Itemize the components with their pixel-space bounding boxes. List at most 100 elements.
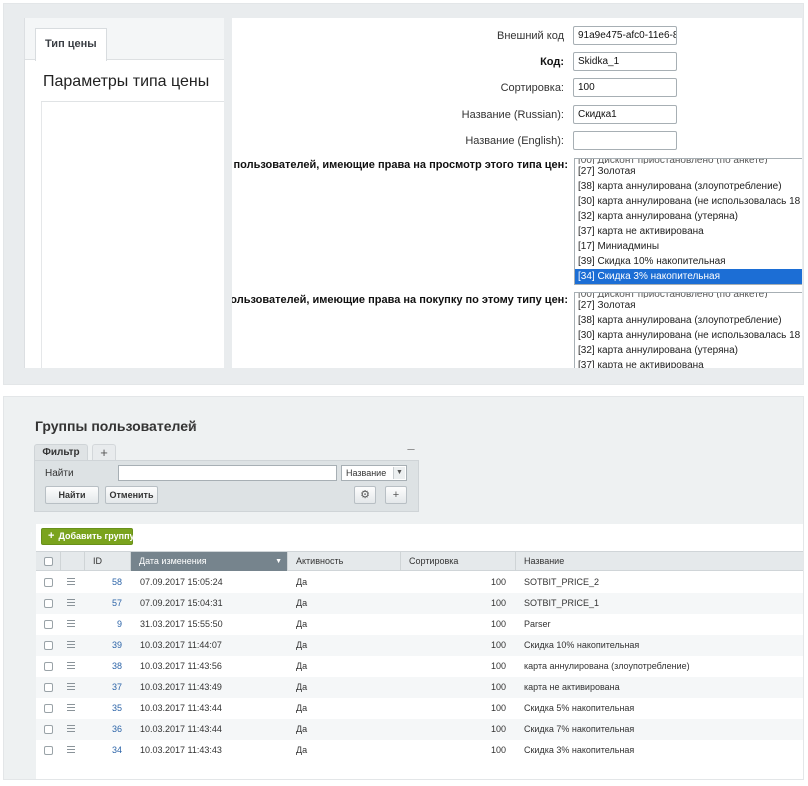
group-name: Скидка 7% накопительная [524,724,635,734]
field-label: Сортировка: [500,82,564,94]
field-label: Код: [540,56,564,68]
minimize-icon[interactable]: – [404,442,418,458]
table-row[interactable]: 36 10.03.2017 11:43:44 Да 100 Скидка 7% нако… [36,719,803,740]
row-checkbox[interactable] [44,620,53,629]
group-id-link[interactable]: 39 [90,635,122,656]
row-menu-icon[interactable] [67,641,75,648]
group-id-link[interactable]: 9 [90,614,122,635]
table-row[interactable]: 57 07.09.2017 15:04:31 Да 100 SOTBIT_PRICE_1 [36,593,803,614]
group-id-link[interactable]: 35 [90,698,122,719]
name-english-input[interactable] [573,131,677,150]
list-item[interactable]: [37] карта не активирована [575,224,802,239]
list-item[interactable]: [34] Скидка 3% накопительная [575,269,802,284]
list-item[interactable]: [27] Золотая [575,298,802,313]
column-sort[interactable]: Сортировка [400,552,515,571]
group-id-link[interactable]: 34 [90,740,122,761]
group-id-link[interactable]: 58 [90,572,122,593]
row-checkbox[interactable] [44,599,53,608]
table-row[interactable]: 9 31.03.2017 15:55:50 Да 100 Parser [36,614,803,635]
row-menu-icon[interactable] [67,599,75,606]
active-status: Да [296,724,308,734]
row-menu-icon[interactable] [67,620,75,627]
tab-filter[interactable]: Фильтр [34,444,88,461]
row-checkbox[interactable] [44,578,53,587]
row-menu-icon[interactable] [67,704,75,711]
page-title: Группы пользователей [35,418,197,434]
list-item[interactable]: [37] карта не активирована [575,358,802,368]
sort-desc-icon: ▼ [275,558,282,565]
group-name: Скидка 5% накопительная [524,703,635,713]
page-title: Параметры типа цены [43,73,210,90]
active-status: Да [296,682,308,692]
table-row[interactable]: 39 10.03.2017 11:44:07 Да 100 Скидка 10% нак… [36,635,803,656]
row-checkbox[interactable] [44,704,53,713]
group-id-link[interactable]: 37 [90,677,122,698]
group-id-link[interactable]: 38 [90,656,122,677]
add-filter-tab-icon[interactable]: + [92,444,116,461]
list-item[interactable]: [27] Золотая [575,164,802,179]
table-row[interactable]: 35 10.03.2017 11:43:44 Да 100 Скидка 5% нако… [36,698,803,719]
find-button[interactable]: Найти [45,486,99,504]
filter-panel: Фильтр + – Найти Название ▼ Найти Отмени… [34,442,419,512]
form-row-name-english: Название (English): [232,131,802,153]
form-row-code: Код: Skidka_1 [232,52,802,74]
list-item[interactable]: [30] карта аннулирована (не использовала… [575,194,802,209]
row-menu-icon[interactable] [67,683,75,690]
cancel-button[interactable]: Отменить [105,486,158,504]
sort-input[interactable]: 100 [573,78,677,97]
list-item[interactable]: [32] карта аннулирована (утеряна) [575,209,802,224]
column-id[interactable]: ID [84,552,130,571]
list-item[interactable]: [30] карта аннулирована (не использовала… [575,328,802,343]
select-all-checkbox[interactable] [44,557,53,566]
sort-value: 100 [490,682,506,692]
sort-value: 100 [490,745,506,755]
row-checkbox[interactable] [44,641,53,650]
list-item[interactable]: [38] карта аннулирована (злоупотребление… [575,179,802,194]
field-select-value: Название [346,468,387,478]
list-item[interactable]: [39] Скидка 10% накопительная [575,254,802,269]
date-modified: 10.03.2017 11:44:07 [140,640,222,650]
table-row[interactable]: 34 10.03.2017 11:43:43 Да 100 Скидка 3% нако… [36,740,803,761]
search-input[interactable] [118,465,337,481]
list-item[interactable]: [32] карта аннулирована (утеряна) [575,343,802,358]
external-code-input[interactable]: 91a9e475-afc0-11e6-8a5 [573,26,677,45]
column-active[interactable]: Активность [287,552,400,571]
column-label: Дата изменения [139,556,207,566]
row-checkbox[interactable] [44,662,53,671]
star-icon[interactable]: ☆ [186,418,198,434]
row-checkbox[interactable] [44,725,53,734]
field-select[interactable]: Название ▼ [341,465,407,481]
tab-price-type[interactable]: Тип цены [35,28,107,61]
add-icon[interactable]: + [385,486,407,504]
row-menu-icon[interactable] [67,578,75,585]
field-label: Название (Russian): [461,109,564,121]
row-checkbox[interactable] [44,746,53,755]
code-input[interactable]: Skidka_1 [573,52,677,71]
column-name[interactable]: Название [515,552,803,571]
tab-bar: Тип цены [25,18,224,61]
add-group-button[interactable]: + Добавить группу [41,528,135,545]
list-item[interactable]: [17] Миниадмины [575,239,802,254]
list-item[interactable]: [38] карта аннулирована (злоупотребление… [575,313,802,328]
gear-icon[interactable]: ⚙ [354,486,376,504]
active-status: Да [296,598,308,608]
group-name: SOTBIT_PRICE_1 [524,598,600,608]
price-type-panel: Тип цены Параметры типа цены Внешний код… [3,3,804,385]
buy-groups-listbox[interactable]: [00] Дисконт приостановлено (по анкете) … [574,292,802,368]
field-label: Внешний код [496,30,564,42]
row-checkbox[interactable] [44,683,53,692]
field-label: Название (English): [465,135,564,147]
table-row[interactable]: 37 10.03.2017 11:43:49 Да 100 карта не актив… [36,677,803,698]
view-groups-listbox[interactable]: [00] Дисконт приостановлено (по анкете) … [574,158,802,285]
table-row[interactable]: 58 07.09.2017 15:05:24 Да 100 SOTBIT_PRICE_2 [36,572,803,593]
row-menu-icon[interactable] [67,725,75,732]
row-menu-icon[interactable] [67,662,75,669]
group-id-link[interactable]: 36 [90,719,122,740]
group-id-link[interactable]: 57 [90,593,122,614]
column-date-modified[interactable]: Дата изменения ▼ [130,552,287,571]
name-russian-input[interactable]: Скидка1 [573,105,677,124]
group-name: SOTBIT_PRICE_2 [524,577,600,587]
sort-value: 100 [490,640,506,650]
row-menu-icon[interactable] [67,746,75,753]
table-row[interactable]: 38 10.03.2017 11:43:56 Да 100 карта аннулиро… [36,656,803,677]
